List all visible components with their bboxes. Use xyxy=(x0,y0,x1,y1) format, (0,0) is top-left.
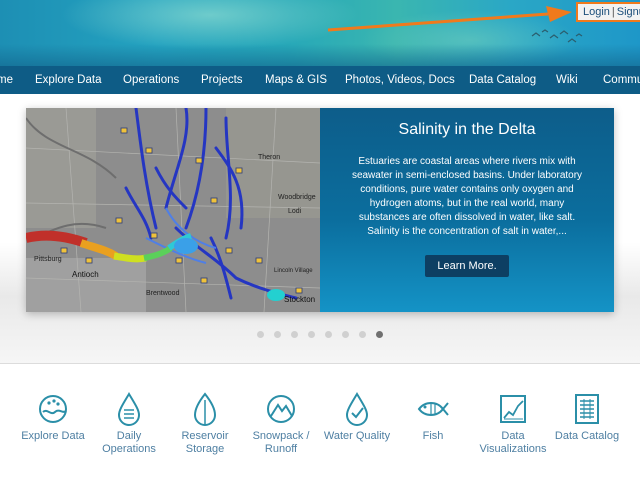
nav-data-catalog[interactable]: Data Catalog xyxy=(469,66,536,94)
carousel-indicators xyxy=(254,331,394,341)
carousel-dot[interactable] xyxy=(257,331,264,338)
mountain-icon xyxy=(267,395,295,423)
main-nav: me Explore Data Operations Projects Maps… xyxy=(0,66,640,94)
map-label-pittsburg: Pittsburg xyxy=(34,256,62,263)
nav-explore-data[interactable]: Explore Data xyxy=(35,66,101,94)
quicklink-label: Daily Operations xyxy=(102,430,156,455)
quicklink-daily-operations[interactable]: Daily Operations xyxy=(94,392,164,456)
learn-more-button[interactable]: Learn More. xyxy=(425,255,509,277)
carousel-dot-active[interactable] xyxy=(376,331,383,338)
quicklink-label: Reservoir Storage xyxy=(181,430,229,455)
nav-operations[interactable]: Operations xyxy=(123,66,179,94)
carousel-dot[interactable] xyxy=(308,331,315,338)
quicklink-fish[interactable]: Fish xyxy=(398,392,468,443)
map-label-antioch: Antioch xyxy=(72,270,99,279)
quicklink-label: Data Visualizations xyxy=(479,430,547,455)
map-label-lodi: Lodi xyxy=(288,208,302,215)
quicklink-label: Snowpack / Runoff xyxy=(252,430,310,455)
carousel-dot[interactable] xyxy=(274,331,281,338)
nav-projects[interactable]: Projects xyxy=(201,66,243,94)
hero-carousel: Theron Woodbridge Lodi Stockton Antioch … xyxy=(26,108,614,312)
water-drop-icon xyxy=(117,392,141,426)
quicklink-data-visualizations[interactable]: Data Visualizations xyxy=(478,392,548,456)
carousel-dot[interactable] xyxy=(359,331,366,338)
quicklink-reservoir-storage[interactable]: Reservoir Storage xyxy=(170,392,240,456)
signup-link[interactable]: Signu xyxy=(617,6,640,18)
map-label-stockton: Stockton xyxy=(284,295,316,304)
catalog-icon xyxy=(575,394,599,424)
quicklink-snowpack-runoff[interactable]: Snowpack / Runoff xyxy=(246,392,316,456)
page: Login|Signu me Explore Data Operations P… xyxy=(0,0,640,480)
nav-community[interactable]: Commu xyxy=(603,66,640,94)
chart-icon xyxy=(500,395,526,423)
nav-wiki[interactable]: Wiki xyxy=(556,66,578,94)
quicklink-data-catalog[interactable]: Data Catalog xyxy=(552,392,622,443)
globe-icon xyxy=(39,395,67,423)
hero-title: Salinity in the Delta xyxy=(398,121,536,138)
carousel-dot[interactable] xyxy=(291,331,298,338)
login-link[interactable]: Login xyxy=(583,6,610,18)
fish-icon xyxy=(417,402,449,416)
map-label-brentwood: Brentwood xyxy=(146,290,180,297)
quicklink-label: Data Catalog xyxy=(554,430,620,442)
check-drop-icon xyxy=(345,392,369,426)
carousel-dot[interactable] xyxy=(325,331,332,338)
nav-photos-videos-docs[interactable]: Photos, Videos, Docs xyxy=(345,66,455,94)
nav-home[interactable]: me xyxy=(0,66,13,94)
map-label-theron: Theron xyxy=(258,154,281,161)
annotation-arrow xyxy=(327,6,572,32)
login-signup-box: Login|Signu xyxy=(576,2,640,22)
section-divider xyxy=(0,363,640,364)
quicklink-water-quality[interactable]: Water Quality xyxy=(322,392,392,443)
quicklink-explore-data[interactable]: Explore Data xyxy=(18,392,88,443)
login-separator: | xyxy=(611,6,615,18)
carousel-dot[interactable] xyxy=(342,331,349,338)
hero-map-image[interactable]: Theron Woodbridge Lodi Stockton Antioch … xyxy=(26,108,320,312)
quicklink-label: Explore Data xyxy=(21,430,85,442)
quicklink-label: Water Quality xyxy=(323,430,391,442)
map-label-lincoln-village: Lincoln Village xyxy=(274,268,313,274)
banner-glow xyxy=(60,0,360,50)
quicklink-label: Fish xyxy=(422,430,444,442)
map-label-woodbridge: Woodbridge xyxy=(278,194,316,201)
nav-maps-gis[interactable]: Maps & GIS xyxy=(265,66,327,94)
delta-map-graphic xyxy=(26,108,320,312)
hero-text-panel: Salinity in the Delta Estuaries are coas… xyxy=(320,108,614,312)
hero-description: Estuaries are coastal areas where rivers… xyxy=(351,156,583,237)
leaf-icon xyxy=(193,392,217,426)
